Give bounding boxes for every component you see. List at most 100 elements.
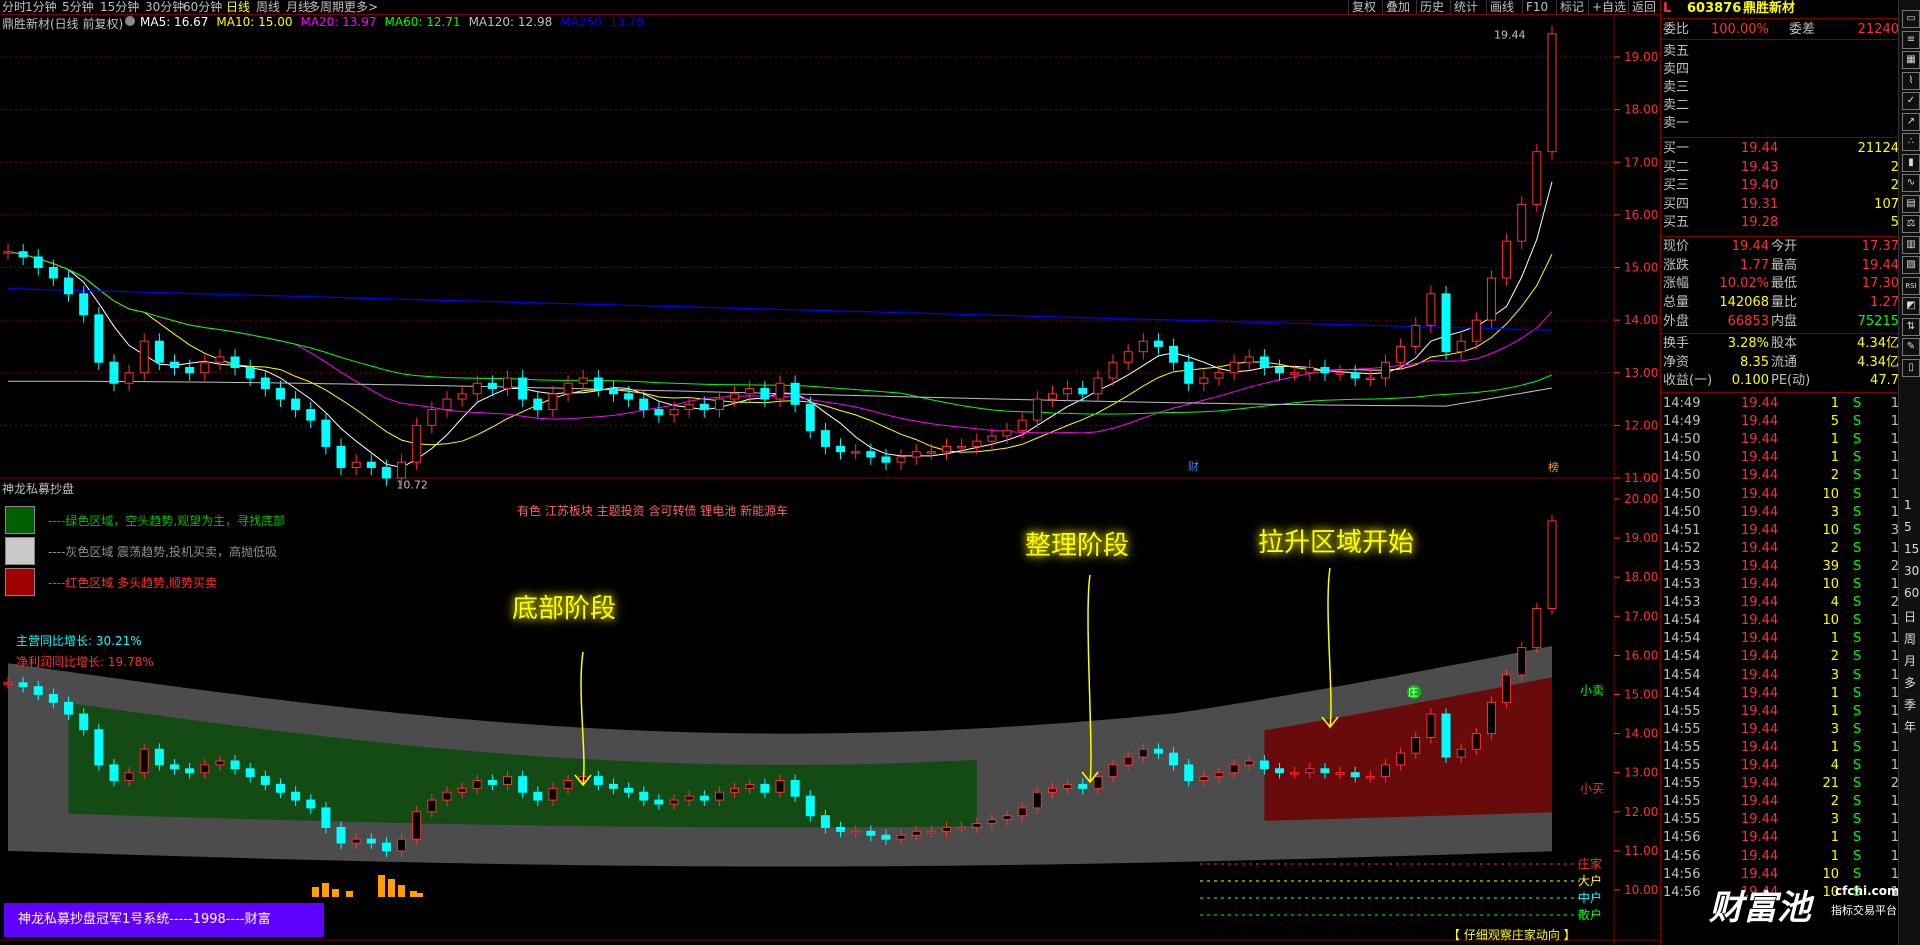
candle-body [3, 251, 13, 254]
tick-volume: 1 [1830, 450, 1839, 466]
toolbar-btn-6[interactable]: 标记 [1556, 0, 1587, 14]
stat-value: 0.100 [1731, 373, 1769, 389]
ind-candle-body [503, 776, 513, 785]
buy-row: 买四 19.31 107 [1661, 196, 1899, 214]
bar2-icon[interactable]: ▧ [1902, 256, 1920, 274]
candle-body [1290, 372, 1300, 375]
list-icon[interactable]: ≡ [1902, 30, 1920, 49]
line-icon[interactable]: ∿ [1902, 174, 1920, 192]
ind-candle-body [866, 830, 876, 836]
tick-side: S [1853, 703, 1862, 719]
tick-row: 14:52 19.44 2 S 1 [1661, 540, 1899, 558]
ind-candle-body [654, 799, 664, 805]
period-shortcut-年[interactable]: 年 [1904, 718, 1916, 735]
ind-candle-body [1244, 760, 1254, 766]
tick-row: 14:55 19.44 1 S 1 [1661, 739, 1899, 757]
pen-icon[interactable]: ✎ [1902, 338, 1920, 356]
ind-candle-body [442, 791, 452, 801]
period-shortcut-5[interactable]: 5 [1904, 520, 1912, 534]
stat-value: 1.27 [1870, 295, 1899, 311]
period-tab-2[interactable]: 5分钟 [62, 0, 94, 14]
tick-price: 19.44 [1741, 758, 1779, 773]
stat-value: 142068 [1719, 295, 1769, 311]
toolbar-btn-0[interactable]: 复权 [1348, 0, 1379, 14]
ind-candle-body [366, 838, 376, 844]
period-shortcut-60[interactable]: 60 [1904, 586, 1919, 600]
tick-side: S [1853, 758, 1862, 773]
scatter-icon[interactable]: ∴ [1902, 133, 1920, 151]
candle-body [1305, 366, 1315, 374]
period-shortcut-30[interactable]: 30 [1904, 564, 1919, 578]
tick-row: 14:53 19.44 10 S 1 [1661, 576, 1899, 594]
period-tab-1[interactable]: 1分钟 [25, 0, 57, 14]
trend-icon[interactable]: ↗ [1902, 112, 1920, 131]
candle-body [1275, 366, 1285, 374]
grid-icon[interactable]: ▦ [1902, 51, 1920, 69]
candle-body [533, 398, 543, 411]
candle-body [820, 430, 830, 447]
period-shortcut-15[interactable]: 15 [1904, 542, 1919, 556]
tick-volume: 21 [1822, 776, 1839, 792]
scale-icon[interactable]: ⚖ [1902, 215, 1920, 233]
chart-icon[interactable]: ⌇ [1902, 71, 1920, 90]
ind-candle-body [48, 694, 58, 703]
tick-row: 14:51 19.44 10 S 3 [1661, 522, 1899, 540]
toolbar-btn-5[interactable]: F10 [1522, 0, 1551, 14]
tick-price: 19.44 [1741, 595, 1779, 611]
bars-icon[interactable]: ▮ [1902, 153, 1920, 172]
period-shortcut-季[interactable]: 季 [1904, 696, 1916, 713]
period-tab-7[interactable]: 周线 [256, 0, 280, 14]
settings-icon[interactable] [125, 16, 135, 26]
tick-side: S [1853, 812, 1862, 828]
tick-side: S [1853, 414, 1862, 430]
ind-candle-body [1108, 764, 1118, 778]
check-icon[interactable]: ✓ [1902, 92, 1920, 110]
toolbar-btn-4[interactable]: 画线 [1486, 0, 1517, 14]
annotation-rally-stage: 拉升区域开始 [1258, 528, 1415, 558]
period-shortcut-多[interactable]: 多 [1904, 674, 1916, 691]
period-tab-10[interactable]: 更多> [344, 0, 378, 14]
kline-chart-area[interactable]: 19.00 18.00 17.00 16.00 15.00 14.00 13.00 12.00… [0, 14, 1660, 945]
ind-candle-body [760, 783, 770, 793]
candle-body [1502, 240, 1512, 279]
toolbar-btn-2[interactable]: 历史 [1416, 0, 1447, 14]
sort-icon[interactable]: ⇅ [1902, 317, 1920, 336]
period-tab-5[interactable]: 60分钟 [183, 0, 222, 14]
high-price-label: 19.44 [1494, 29, 1526, 42]
period-shortcut-1[interactable]: 1 [1904, 498, 1912, 512]
toolbar-btn-1[interactable]: 叠加 [1382, 0, 1413, 14]
toolbar-btn-7[interactable]: +自选 [1588, 0, 1629, 14]
period-shortcut-周[interactable]: 周 [1904, 630, 1916, 647]
candle-body [1108, 361, 1118, 379]
tick-side: S [1853, 468, 1862, 484]
candle-body [109, 361, 119, 384]
rsi-icon[interactable]: RSI [1902, 276, 1920, 295]
book-icon[interactable]: ▤ [1902, 194, 1920, 213]
tick-time: 14:49 [1663, 396, 1701, 411]
toolbar-btn-8[interactable]: 返回 [1628, 0, 1659, 14]
ind-candle-body [1063, 783, 1073, 789]
period-tab-4[interactable]: 30分钟 [145, 0, 184, 14]
tick-side: S [1853, 721, 1862, 737]
tick-time: 14:55 [1663, 812, 1701, 828]
stat-row: 总量 142068 量比 1.27 [1661, 294, 1899, 312]
period-tab-0[interactable]: 分时 [2, 0, 26, 14]
period-tab-9[interactable]: 多周期 [308, 0, 344, 14]
period-tab-3[interactable]: 15分钟 [100, 0, 139, 14]
macd-icon[interactable]: ◩ [1902, 297, 1920, 315]
stat-label: 量比 [1771, 295, 1798, 311]
indicator-tick-label: 15.00 [1624, 688, 1658, 702]
period-shortcut-日[interactable]: 日 [1904, 608, 1916, 625]
period-tab-8[interactable]: 月线 [286, 0, 310, 14]
period-tab-6[interactable]: 日线 [226, 0, 250, 14]
page-icon[interactable]: ▯ [1902, 358, 1920, 377]
tick-time: 14:51 [1663, 522, 1701, 538]
tick-price: 19.44 [1741, 721, 1779, 737]
tick-row: 14:55 19.44 4 S 1 [1661, 757, 1899, 775]
ind-candle-body [926, 830, 936, 834]
window-icon[interactable]: ▭ [1902, 10, 1920, 28]
toolbar-btn-3[interactable]: 统计 [1450, 0, 1481, 14]
period-shortcut-月[interactable]: 月 [1904, 652, 1916, 669]
candle-body [851, 451, 861, 454]
bar-icon[interactable]: ▥ [1902, 235, 1920, 254]
